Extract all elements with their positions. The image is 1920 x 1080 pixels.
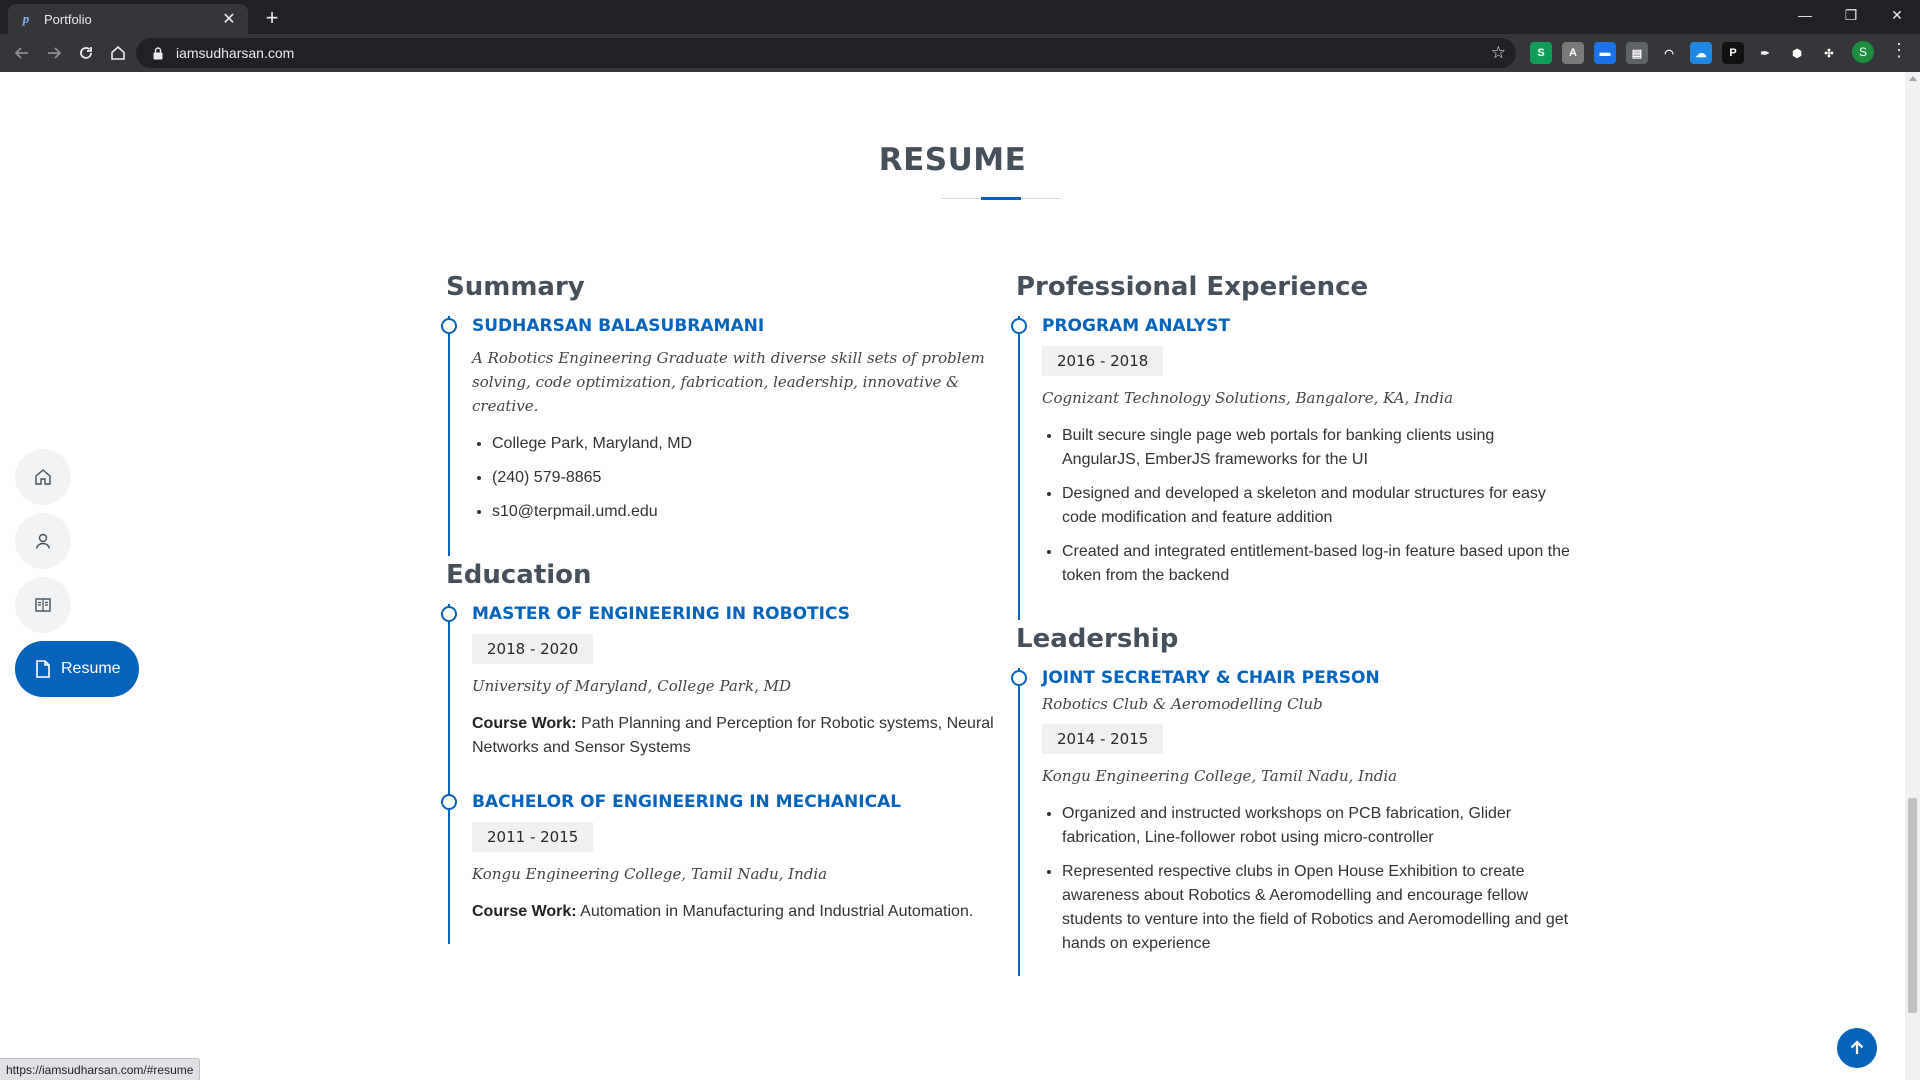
education-degree: BACHELOR OF ENGINEERING IN MECHANICAL	[472, 792, 902, 812]
leadership-school: Kongu Engineering College, Tamil Nadu, I…	[1042, 767, 1398, 785]
resume-left-column: Summary SUDHARSAN BALASUBRAMANI A Roboti…	[441, 272, 1006, 944]
summary-tagline: A Robotics Engineering Graduate with div…	[472, 349, 985, 415]
education-school: University of Maryland, College Park, MD	[472, 677, 791, 695]
summary-heading: Summary	[446, 272, 585, 302]
education-item: MASTER OF ENGINEERING IN ROBOTICS 2018 -…	[441, 604, 1006, 792]
bookmark-star-icon[interactable]: ☆	[1491, 43, 1506, 63]
contact-location: College Park, Maryland, MD	[492, 432, 1006, 456]
cube-ext-icon[interactable]: ⬢	[1786, 42, 1808, 64]
cloud-ext-icon[interactable]: ☁	[1690, 42, 1712, 64]
education-course: Course Work: Automation in Manufacturing…	[472, 900, 1006, 924]
leadership-years: 2014 - 2015	[1042, 724, 1164, 754]
print-ext-icon[interactable]: ▤	[1626, 42, 1648, 64]
tab-title: Portfolio	[44, 11, 92, 27]
pocket-ext-icon[interactable]: P	[1722, 42, 1744, 64]
lock-icon	[152, 46, 164, 60]
arrow-up-icon	[1850, 1040, 1864, 1054]
nav-resume-label: Resume	[61, 660, 121, 677]
education-degree: MASTER OF ENGINEERING IN ROBOTICS	[472, 604, 850, 624]
home-icon	[111, 45, 125, 60]
nav-about-button[interactable]	[15, 513, 71, 569]
nav-resume-button[interactable]: Resume	[15, 641, 139, 697]
screenshot-ext-icon[interactable]: A	[1562, 42, 1584, 64]
scroll-thumb[interactable]	[1908, 798, 1917, 1013]
leadership-bullet: Organized and instructed workshops on PC…	[1062, 802, 1576, 850]
experience-item: PROGRAM ANALYST 2016 - 2018 Cognizant Te…	[1011, 316, 1576, 620]
experience-bullet: Designed and developed a skeleton and mo…	[1062, 482, 1576, 530]
browser-tab[interactable]: p Portfolio ✕	[8, 4, 248, 34]
resume-right-column: Professional Experience PROGRAM ANALYST …	[1011, 272, 1576, 976]
url-text: iamsudharsan.com	[176, 45, 295, 61]
book-icon	[35, 598, 51, 612]
person-icon	[35, 533, 51, 549]
leadership-bullets: Organized and instructed workshops on PC…	[1042, 802, 1576, 956]
back-button[interactable]	[6, 37, 38, 69]
scroll-up-icon[interactable]	[1909, 76, 1917, 81]
extensions-bar: S A ▬ ▤ ◠ ☁ P ✒ ⬢ ✣	[1530, 42, 1840, 64]
feather-ext-icon[interactable]: ✒	[1754, 42, 1776, 64]
education-years: 2011 - 2015	[472, 822, 594, 852]
leadership-role: JOINT SECRETARY & CHAIR PERSON	[1042, 668, 1380, 688]
leadership-org: Robotics Club & Aeromodelling Club	[1042, 695, 1323, 713]
stylus-ext-icon[interactable]: S	[1530, 42, 1552, 64]
reload-button[interactable]	[70, 37, 102, 69]
home-icon	[35, 469, 51, 485]
leadership-item: JOINT SECRETARY & CHAIR PERSON Robotics …	[1011, 668, 1576, 976]
section-title: RESUME	[878, 142, 1027, 178]
experience-bullets: Built secure single page web portals for…	[1042, 424, 1576, 588]
leadership-heading: Leadership	[1016, 624, 1179, 654]
contact-phone: (240) 579-8865	[492, 466, 1006, 490]
course-text: Automation in Manufacturing and Industri…	[576, 903, 974, 920]
experience-years: 2016 - 2018	[1042, 346, 1164, 376]
experience-bullet: Created and integrated entitlement-based…	[1062, 540, 1576, 588]
summary-item: SUDHARSAN BALASUBRAMANI A Robotics Engin…	[441, 316, 1006, 556]
file-icon	[36, 660, 50, 678]
browser-tabbar: p Portfolio ✕ + — ❐ ✕	[0, 0, 1920, 34]
profile-avatar[interactable]: S	[1852, 41, 1874, 63]
course-label: Course Work:	[472, 903, 577, 920]
education-years: 2018 - 2020	[472, 634, 594, 664]
side-navigation: Resume	[15, 449, 139, 705]
browser-menu-icon[interactable]: ⋮	[1890, 40, 1908, 61]
address-bar[interactable]: iamsudharsan.com ☆	[136, 38, 1516, 68]
window-close-icon[interactable]: ✕	[1874, 0, 1920, 30]
course-label: Course Work:	[472, 715, 577, 732]
puzzle-ext-icon[interactable]: ✣	[1818, 42, 1840, 64]
summary-name: SUDHARSAN BALASUBRAMANI	[472, 316, 765, 336]
reload-icon	[80, 47, 92, 59]
back-to-top-button[interactable]	[1837, 1028, 1877, 1068]
window-controls: — ❐ ✕	[1782, 0, 1920, 30]
contact-email: s10@terpmail.umd.edu	[492, 500, 1006, 524]
page-scrollbar[interactable]	[1905, 72, 1920, 1080]
arc-ext-icon[interactable]: ◠	[1658, 42, 1680, 64]
education-heading: Education	[446, 560, 592, 590]
education-course: Course Work: Path Planning and Perceptio…	[472, 712, 1006, 760]
close-tab-icon[interactable]: ✕	[220, 9, 238, 29]
experience-heading: Professional Experience	[1016, 272, 1369, 302]
title-accent-bar	[981, 197, 1021, 200]
experience-bullet: Built secure single page web portals for…	[1062, 424, 1576, 472]
contact-list: College Park, Maryland, MD (240) 579-886…	[472, 432, 1006, 524]
forward-button[interactable]	[38, 37, 70, 69]
leadership-bullet: Represented respective clubs in Open Hou…	[1062, 860, 1576, 956]
page-viewport: RESUME Summary SUDHARSAN BALASUBRAMANI A…	[0, 72, 1905, 1080]
arrow-left-icon	[14, 47, 28, 59]
calendar-ext-icon[interactable]: ▬	[1594, 42, 1616, 64]
minimize-icon[interactable]: —	[1782, 0, 1828, 30]
new-tab-button[interactable]: +	[260, 5, 284, 30]
restore-icon[interactable]: ❐	[1828, 0, 1874, 30]
nav-portfolio-button[interactable]	[15, 577, 71, 633]
education-item: BACHELOR OF ENGINEERING IN MECHANICAL 20…	[441, 792, 1006, 944]
experience-company: Cognizant Technology Solutions, Bangalor…	[1042, 389, 1454, 407]
arrow-right-icon	[48, 47, 62, 59]
home-button[interactable]	[102, 37, 134, 69]
education-school: Kongu Engineering College, Tamil Nadu, I…	[472, 865, 828, 883]
experience-role: PROGRAM ANALYST	[1042, 316, 1230, 336]
browser-toolbar: iamsudharsan.com ☆ S A ▬ ▤ ◠ ☁ P ✒ ⬢ ✣	[0, 34, 1920, 72]
nav-home-button[interactable]	[15, 449, 71, 505]
portfolio-favicon-icon: p	[22, 11, 30, 26]
link-status-bar: https://iamsudharsan.com/#resume	[0, 1058, 201, 1080]
